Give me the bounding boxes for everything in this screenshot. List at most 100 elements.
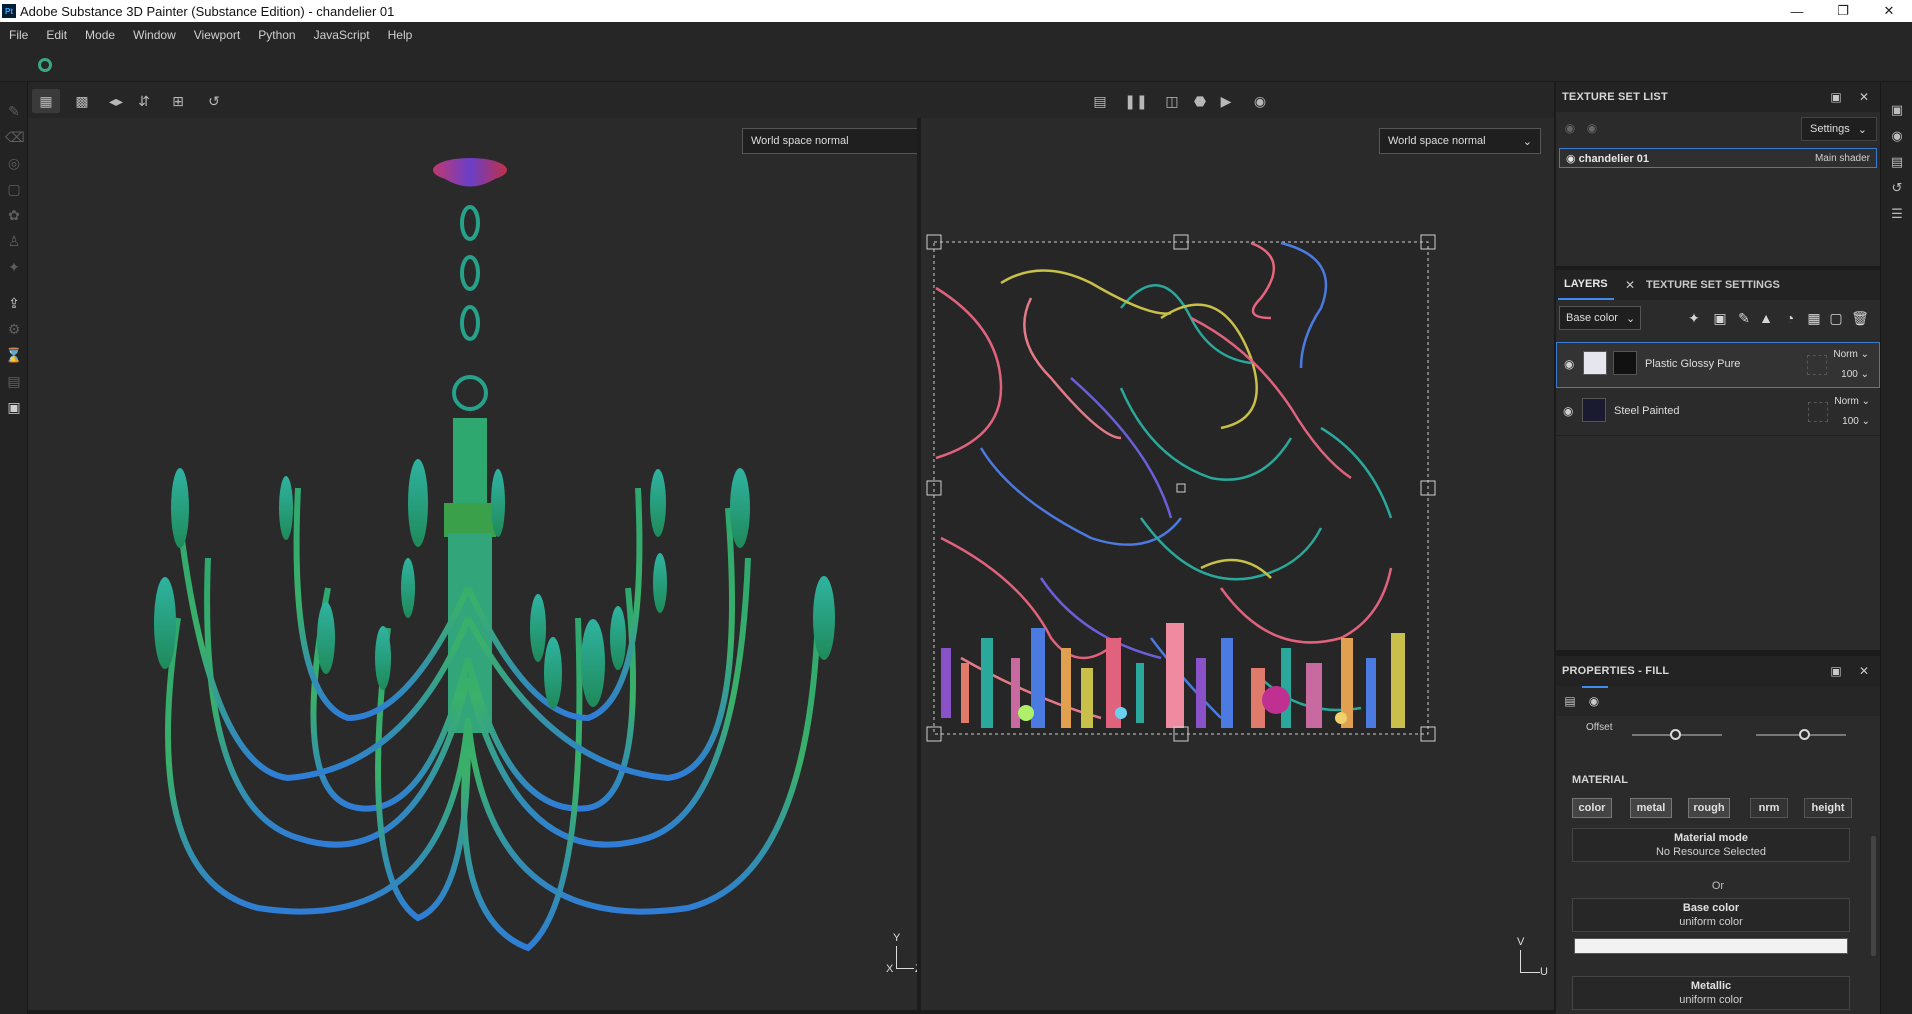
polygon-fill-icon[interactable]: ▢ [5,180,23,198]
chevron-down-icon: ⌄ [1625,312,1636,325]
symmetry-x-icon[interactable]: ◂▸ [102,89,130,113]
log-icon[interactable]: ☰ [1889,206,1905,222]
projection-icon[interactable]: ◎ [5,154,23,172]
texture-set-list-panel: TEXTURE SET LIST ▣ ✕ ◉ ◉ Settings ⌄ ◉ ch… [1556,82,1880,266]
properties-scrollbar[interactable] [1871,836,1876,956]
paint-brush-icon[interactable]: ✎ [5,102,23,120]
close-panel-icon[interactable]: ✕ [1856,89,1872,105]
material-rough-button[interactable]: rough [1688,798,1730,818]
offset-x-knob[interactable] [1670,729,1681,740]
material-mode-selector[interactable]: Material mode No Resource Selected [1572,828,1850,862]
layer-row[interactable]: ◉ Plastic Glossy Pure Norm ⌄ 100 ⌄ [1556,342,1880,388]
viewport-2d[interactable]: World space normal ⌄ V U [921,118,1554,1010]
fill-properties-icon[interactable]: ▤ [1562,693,1578,709]
add-paint-layer-icon[interactable]: ✎ [1734,308,1754,328]
menu-help[interactable]: Help [379,28,422,42]
layer-row[interactable]: ◉ Steel Painted Norm ⌄ 100 ⌄ [1556,390,1880,436]
mask-slot[interactable] [1808,402,1828,422]
material-sphere-icon[interactable]: ◉ [1586,693,1602,709]
add-folder-icon[interactable]: ▢ [1826,308,1846,328]
eye-icon[interactable]: ◉ [1563,404,1573,418]
history-icon[interactable]: ↺ [200,89,228,113]
menu-edit[interactable]: Edit [37,28,76,42]
visibility-toggle-icon[interactable]: ◉ [1562,120,1578,136]
plugin-logo-icon[interactable] [38,58,52,72]
blend-mode[interactable]: Norm ⌄ [1833,349,1869,360]
eraser-icon[interactable]: ⌫ [5,128,25,146]
minimize-button[interactable]: — [1774,0,1820,22]
mask-slot[interactable] [1807,355,1827,375]
symmetry-y-icon[interactable]: ⇵ [130,89,158,113]
add-frame-icon[interactable]: ⊞ [164,89,192,113]
material-metal-button[interactable]: metal [1630,798,1672,818]
texture-set-settings-dropdown[interactable]: Settings ⌄ [1801,117,1877,141]
texture-set-item[interactable]: ◉ chandelier 01 Main shader [1559,148,1877,168]
eye-icon[interactable]: ◉ [1584,120,1600,136]
menu-viewport[interactable]: Viewport [185,28,249,42]
add-smart-material-icon[interactable]: ◔ [1780,308,1800,328]
properties-subtabs: ▤ ◉ [1556,686,1880,716]
axis-v-label: V [1517,936,1525,948]
metallic-resource[interactable]: Metallic uniform color [1572,976,1850,1010]
close-panel-icon[interactable]: ✕ [1856,663,1872,679]
material-nrm-button[interactable]: nrm [1750,798,1788,818]
eye-icon[interactable]: ◉ [1564,357,1574,371]
color-picker-icon[interactable]: ✦ [5,258,23,276]
menu-javascript[interactable]: JavaScript [305,28,379,42]
menu-mode[interactable]: Mode [76,28,124,42]
app-icon: Pt [2,4,16,18]
hourglass-icon[interactable]: ⌛ [5,346,23,364]
menu-file[interactable]: File [0,28,37,42]
hide-uv-icon[interactable]: ▤ [1086,89,1114,113]
restore-button[interactable]: ❐ [1820,0,1866,22]
shader-settings-icon[interactable]: ◉ [1889,128,1905,144]
maximize-panel-icon[interactable]: ▣ [1828,663,1844,679]
opacity-value[interactable]: 100 ⌄ [1842,416,1870,427]
add-effect-icon[interactable]: ✦ [1684,308,1704,328]
eye-icon[interactable]: ◉ [1566,153,1576,165]
settings-gear-icon[interactable]: ⚙ [5,320,23,338]
menu-window[interactable]: Window [124,28,185,42]
assets-icon[interactable]: ▤ [1889,154,1905,170]
split-view-icon[interactable]: ◫ [1158,89,1186,113]
add-group-folder-icon[interactable]: ▦ [1804,308,1824,328]
screenshot-icon[interactable]: ▣ [5,398,23,416]
close-button[interactable]: ✕ [1866,0,1912,22]
material-color-button[interactable]: color [1572,798,1612,818]
base-color-swatch[interactable] [1574,938,1848,954]
tab-layers[interactable]: LAYERS [1558,270,1614,300]
add-fill-layer-icon[interactable]: ▲ [1756,308,1776,328]
blend-mode-label: Norm [1833,349,1858,360]
viewport-3d[interactable]: World space normal ⌄ [28,118,934,1010]
close-tab-icon[interactable]: ✕ [1622,277,1638,293]
display-settings-icon[interactable]: ▣ [1889,102,1905,118]
blend-mode[interactable]: Norm ⌄ [1834,396,1870,407]
tiled-view-icon[interactable]: ▩ [68,89,96,113]
menu-python[interactable]: Python [249,28,304,42]
layer-mask-thumbnail [1613,351,1637,375]
material-height-button[interactable]: height [1804,798,1852,818]
base-color-title: Base color [1682,902,1740,914]
pause-icon[interactable]: ❚❚ [1122,89,1150,113]
camera-video-icon[interactable]: ▶ [1212,89,1240,113]
cube-view-icon[interactable]: ⬣ [1186,89,1214,113]
add-mask-icon[interactable]: ▣ [1710,308,1730,328]
bake-export-icon[interactable]: ⇪ [5,294,23,312]
tab-texture-set-settings[interactable]: TEXTURE SET SETTINGS [1640,270,1786,300]
metallic-value: uniform color [1679,994,1743,1006]
tab-layers-label: LAYERS [1564,278,1608,290]
screenshot-camera-icon[interactable]: ◉ [1246,89,1274,113]
window-title: Adobe Substance 3D Painter (Substance Ed… [20,3,395,19]
base-color-resource[interactable]: Base color uniform color [1572,898,1850,932]
clone-stamp-icon[interactable]: ♙ [5,232,23,250]
channel-dropdown[interactable]: Base color ⌄ [1559,306,1641,330]
grid-view-icon[interactable]: ▦ [32,89,60,113]
offset-y-knob[interactable] [1799,729,1810,740]
layer-mask-icon[interactable]: ▤ [5,372,23,390]
blend-mode-label: Norm [1834,396,1859,407]
history-icon[interactable]: ↺ [1889,180,1905,196]
maximize-panel-icon[interactable]: ▣ [1828,89,1844,105]
smudge-icon[interactable]: ✿ [5,206,23,224]
opacity-value[interactable]: 100 ⌄ [1841,369,1869,380]
delete-layer-icon[interactable]: 🗑 [1850,308,1870,328]
